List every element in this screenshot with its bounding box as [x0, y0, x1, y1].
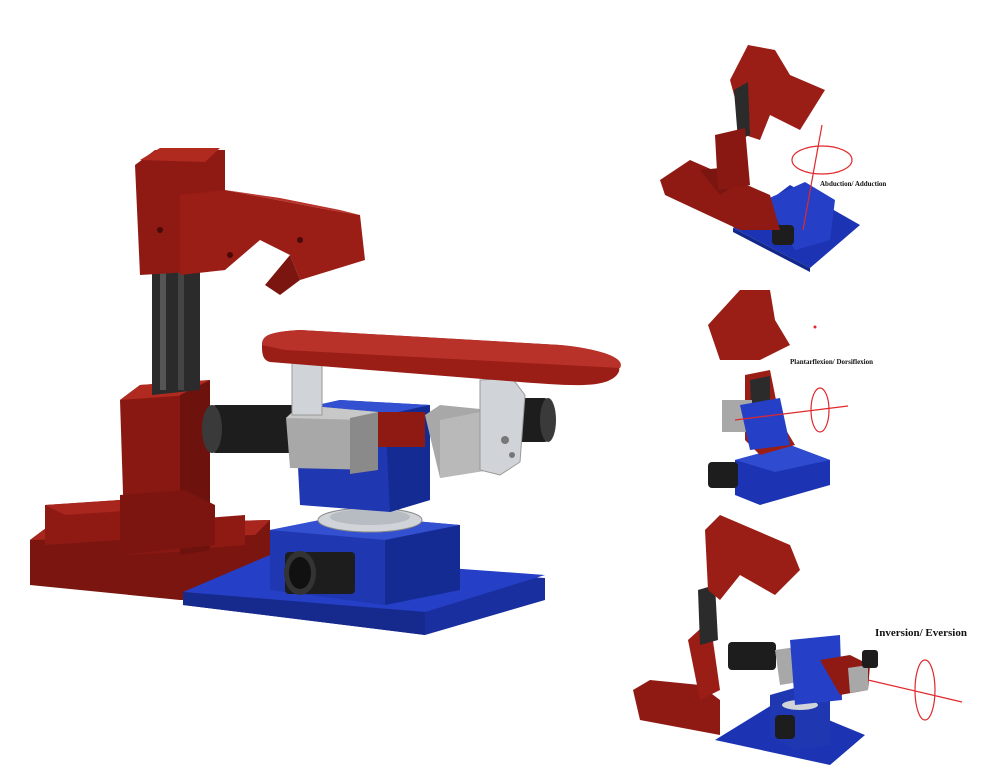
- main-upper-arm: [135, 148, 365, 295]
- device-illustration: [30, 45, 963, 765]
- plantarflexion-label: Plantarflexion/ Dorsiflexion: [790, 358, 874, 366]
- inversion-rotation-axis: [867, 659, 963, 721]
- main-linear-rail: [152, 260, 200, 395]
- main-lower-motor: [284, 551, 355, 595]
- abduction-label: Abduction/ Adduction: [820, 180, 887, 188]
- main-red-column: [120, 380, 215, 555]
- inversion-label: Inversion/ Eversion: [875, 627, 967, 639]
- plantarflexion-view: [708, 290, 849, 505]
- abduction-view: [660, 45, 860, 272]
- main-device-view: [30, 148, 621, 635]
- main-bearing-ring: [317, 507, 423, 533]
- inversion-view: [633, 515, 963, 765]
